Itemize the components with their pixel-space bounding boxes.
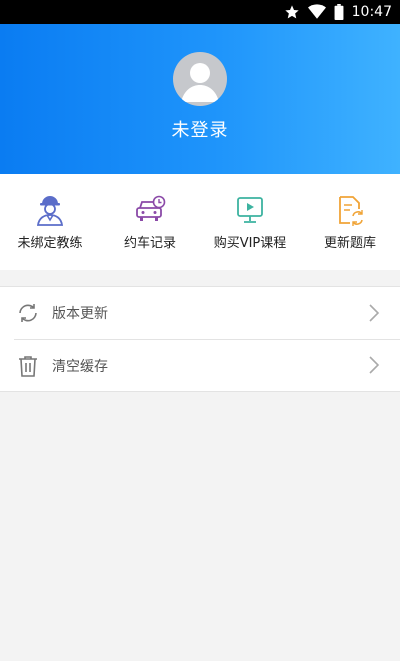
star-icon xyxy=(284,5,299,19)
update-question-bank-icon xyxy=(339,196,363,226)
menu-item-version-update[interactable]: 版本更新 xyxy=(0,287,400,339)
menu-row-content: 清空缓存 xyxy=(14,339,400,391)
quick-action-update-bank[interactable]: 更新题库 xyxy=(300,174,400,270)
trash-icon xyxy=(19,355,37,377)
vip-course-icon xyxy=(237,197,263,223)
profile-header: 未登录 xyxy=(0,24,400,174)
wifi-icon xyxy=(307,4,326,19)
chevron-right-icon xyxy=(369,356,380,374)
refresh-icon xyxy=(19,304,37,322)
quick-action-coach[interactable]: 未绑定教练 xyxy=(0,174,100,270)
settings-menu: 版本更新 清空缓存 xyxy=(0,286,400,392)
battery-icon xyxy=(334,4,344,20)
menu-label: 版本更新 xyxy=(52,306,108,322)
menu-item-clear-cache[interactable]: 清空缓存 xyxy=(0,339,400,391)
user-placeholder-icon xyxy=(181,63,219,102)
menu-row-content: 版本更新 xyxy=(14,287,400,339)
status-bar: 10:47 xyxy=(0,0,400,24)
quick-action-label: 未绑定教练 xyxy=(17,236,83,251)
quick-action-booking[interactable]: 约车记录 xyxy=(100,174,200,270)
login-status[interactable]: 未登录 xyxy=(0,116,400,142)
quick-action-vip[interactable]: 购买VIP课程 xyxy=(200,174,300,270)
status-time: 10:47 xyxy=(351,4,392,20)
quick-actions: 未绑定教练 约车记录 购买VIP课程 更新题库 xyxy=(0,174,400,270)
status-icons: 10:47 xyxy=(284,3,392,21)
menu-label: 清空缓存 xyxy=(52,358,108,375)
quick-action-label: 约车记录 xyxy=(123,236,176,251)
avatar[interactable] xyxy=(173,52,227,106)
chevron-right-icon xyxy=(369,304,380,322)
quick-action-label: 购买VIP课程 xyxy=(213,236,287,251)
car-booking-icon xyxy=(136,195,166,221)
coach-icon xyxy=(36,196,64,226)
quick-action-label: 更新题库 xyxy=(323,236,376,251)
